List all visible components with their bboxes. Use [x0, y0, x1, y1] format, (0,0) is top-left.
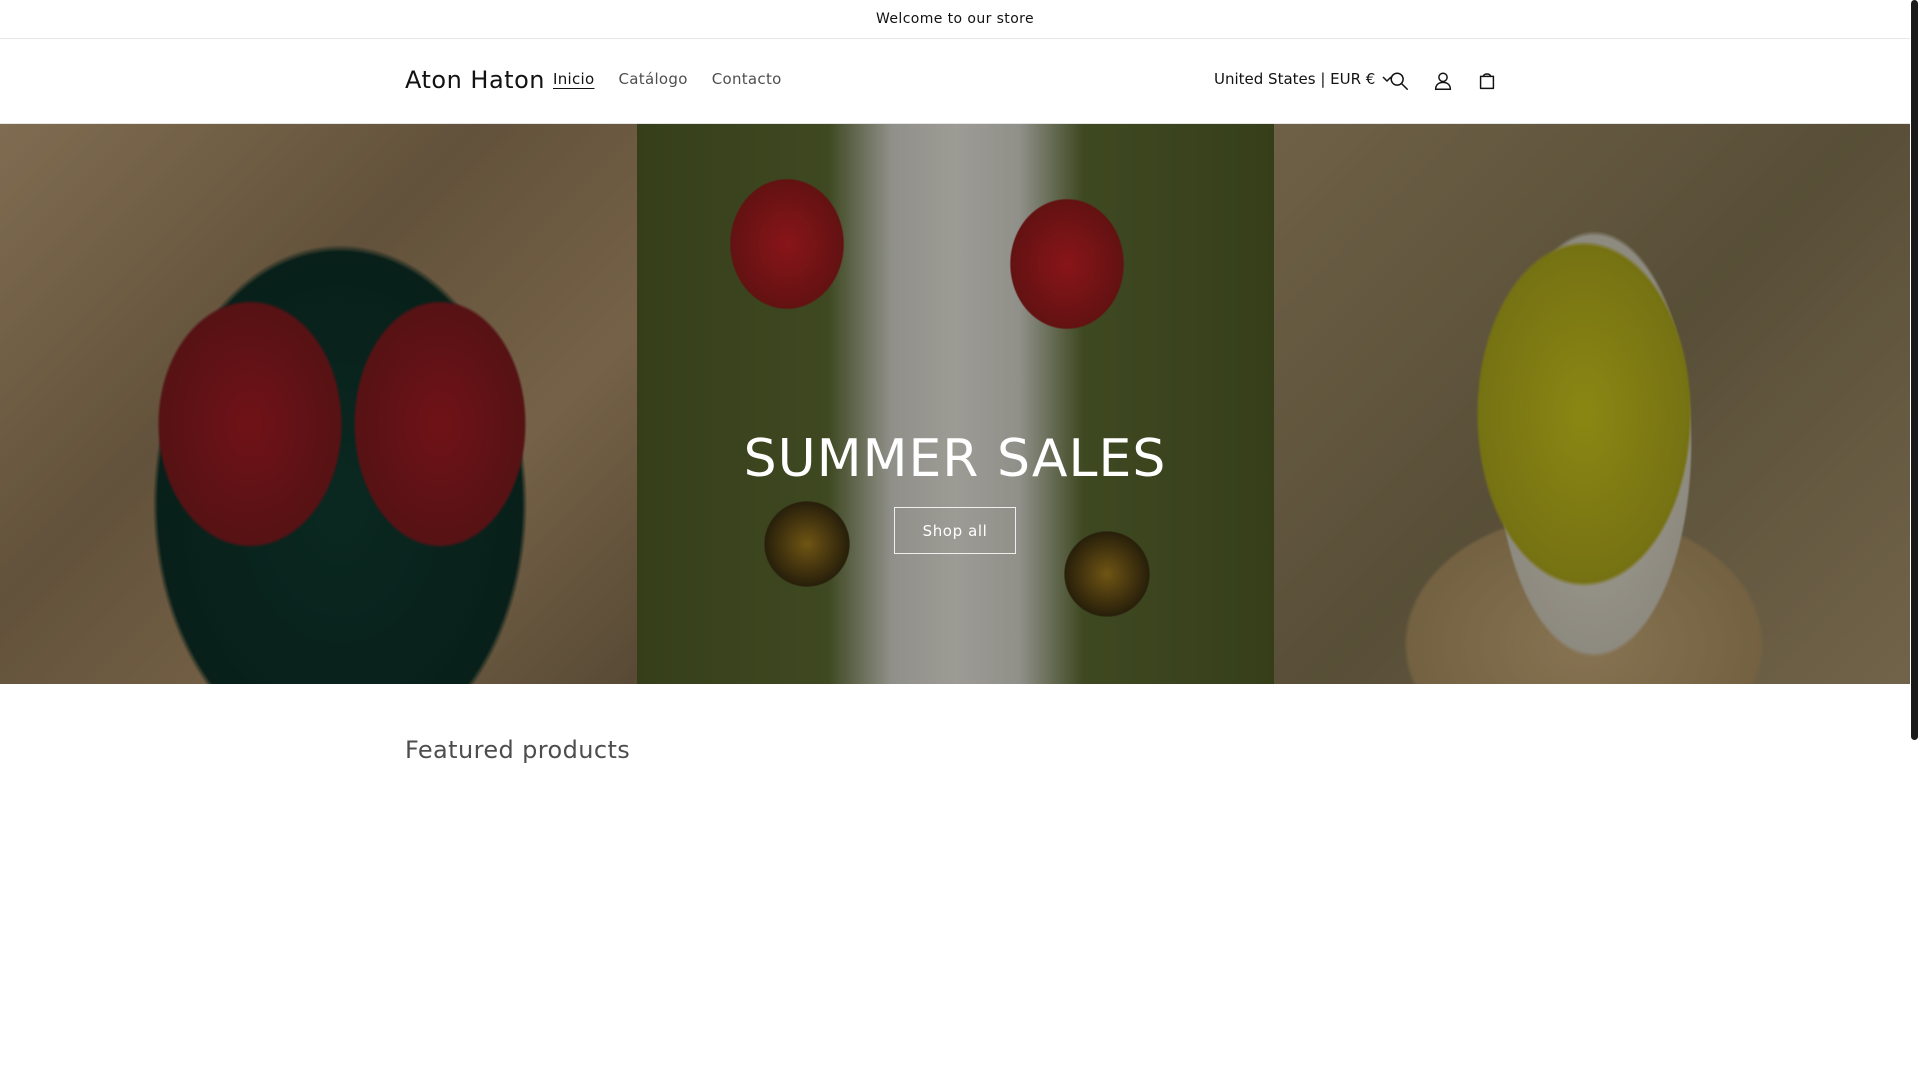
site-header: Aton Haton Inicio Catálogo Contacto Unit… — [0, 39, 1910, 124]
hero-title: SUMMER SALES — [743, 429, 1167, 489]
cart-button[interactable] — [1471, 65, 1503, 97]
country-currency-selector[interactable]: United States | EUR € — [1214, 70, 1393, 88]
account-button[interactable] — [1427, 65, 1459, 97]
announcement-text: Welcome to our store — [875, 11, 1035, 27]
hero-banner: SUMMER SALES Shop all — [0, 124, 1910, 684]
featured-products-title: Featured products — [405, 736, 631, 764]
main-nav: Inicio Catálogo Contacto — [553, 70, 782, 88]
page: Welcome to our store Aton Haton Inicio C… — [0, 0, 1920, 1080]
search-button[interactable] — [1383, 65, 1415, 97]
announcement-bar: Welcome to our store — [0, 0, 1910, 39]
scrollbar-thumb[interactable] — [1911, 0, 1918, 740]
account-icon — [1434, 72, 1452, 90]
localization-label: United States | EUR € — [1214, 70, 1376, 88]
search-icon — [1390, 72, 1408, 90]
store-logo[interactable]: Aton Haton — [405, 66, 545, 94]
nav-item-catalogo[interactable]: Catálogo — [619, 70, 688, 88]
nav-item-contacto[interactable]: Contacto — [712, 70, 782, 88]
hero-content: SUMMER SALES Shop all — [0, 124, 1910, 684]
nav-item-inicio[interactable]: Inicio — [553, 70, 595, 88]
shop-all-button[interactable]: Shop all — [894, 507, 1016, 554]
cart-icon — [1479, 73, 1495, 90]
